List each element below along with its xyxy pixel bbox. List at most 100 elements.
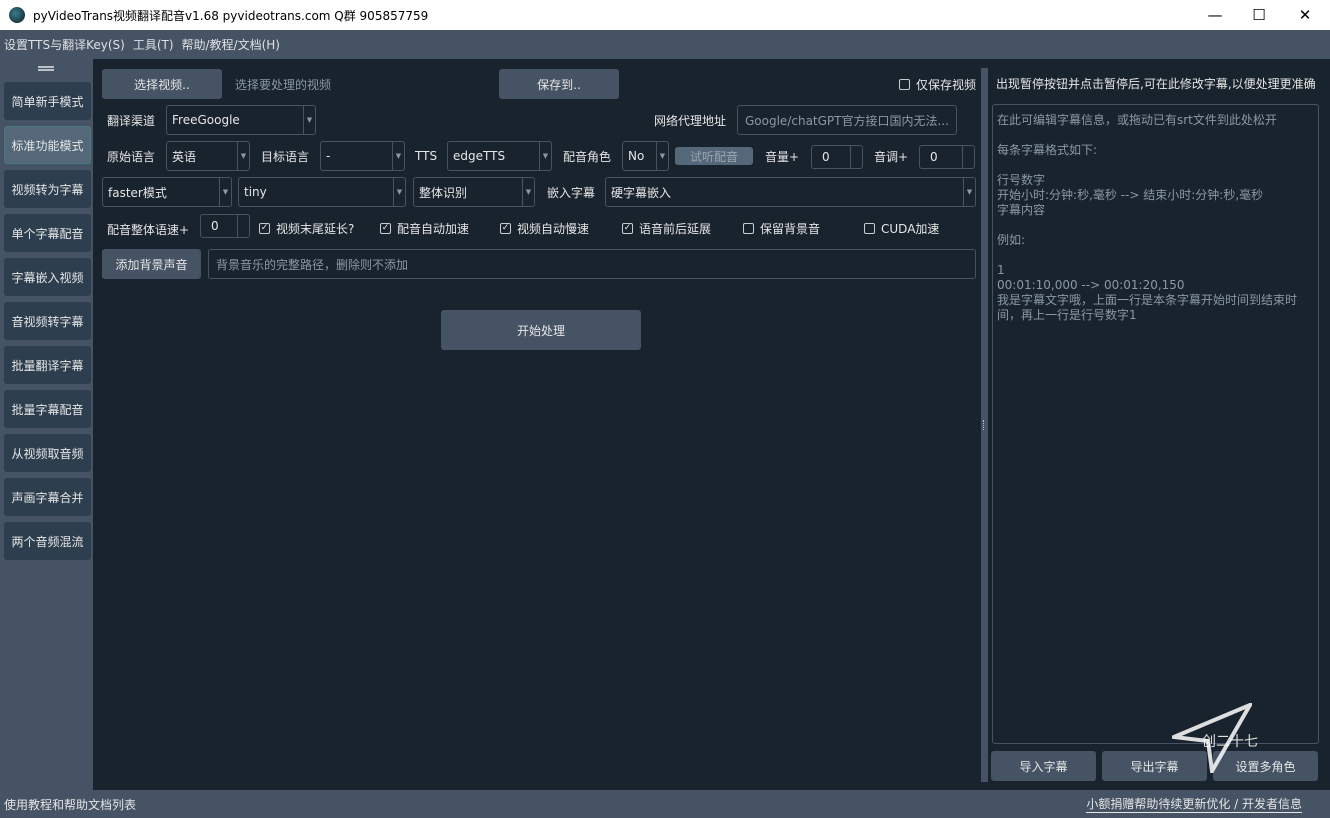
editor-line: 行号数字 [997,173,1046,187]
voice-role-select[interactable]: No ▼ [622,141,669,171]
sidebar-item-batch-translate[interactable]: 批量翻译字幕 [4,346,91,384]
checkbox-unchecked-icon [743,222,754,234]
checkbox-unchecked-icon [899,78,910,90]
menu-help[interactable]: 帮助/教程/文档(H) [182,36,280,53]
speed-value: 0 [211,219,219,233]
tts-select[interactable]: edgeTTS ▼ [447,141,552,171]
tts-label: TTS [415,149,438,163]
embed-subtitle-value: 硬字幕嵌入 [611,185,672,200]
embed-subtitle-select[interactable]: 硬字幕嵌入 ▼ [605,177,976,207]
editor-line: 在此可编辑字幕信息，或拖动已有srt文件到此处松开 [997,113,1277,127]
video-extend-checkbox[interactable]: ✓ 视频末尾延长? [259,219,354,237]
recognize-mode-value: 整体识别 [419,185,468,200]
start-button[interactable]: 开始处理 [441,310,641,350]
voice-pad-checkbox[interactable]: ✓ 语音前后延展 [622,219,711,237]
keep-background-checkbox[interactable]: 保留背景音 [743,219,820,237]
sidebar-item-merge-av-subtitle[interactable]: 声画字幕合并 [4,478,91,516]
checkbox-unchecked-icon [864,222,875,234]
menu-tools[interactable]: 工具(T) [133,36,174,53]
chevron-down-icon: ▼ [392,142,404,170]
close-button[interactable]: ✕ [1282,0,1328,30]
speed-spinbox[interactable]: 0 [200,214,250,238]
video-autorate-label: 视频自动慢速 [517,221,590,236]
checkbox-checked-icon: ✓ [380,222,391,234]
editor-line: 字幕内容 [997,203,1046,217]
volume-value: 0 [822,150,830,164]
editor-line: 我是字幕文字哦，上面一行是本条字幕开始时间到结束时 [997,293,1298,307]
voice-autorate-checkbox[interactable]: ✓ 配音自动加速 [380,219,469,237]
sidebar-item-mix-audio[interactable]: 两个音频混流 [4,522,91,560]
menu-bar: 设置TTS与翻译Key(S) 工具(T) 帮助/教程/文档(H) [0,30,1330,59]
spin-arrows-icon[interactable] [962,146,974,168]
title-bar: pyVideoTrans视频翻译配音v1.68 pyvideotrans.com… [0,0,1330,30]
panel-splitter[interactable] [981,68,988,782]
editor-line: 00:01:10,000 --> 00:01:20,150 [997,278,1185,292]
chevron-down-icon: ▼ [237,142,249,170]
maximize-button[interactable]: ☐ [1236,0,1282,30]
save-to-button[interactable]: 保存到.. [499,69,619,99]
background-path-input[interactable]: 背景音乐的完整路径，删除则不添加 [208,249,976,279]
video-autorate-checkbox[interactable]: ✓ 视频自动慢速 [500,219,589,237]
spin-arrows-icon[interactable] [850,146,862,168]
checkbox-checked-icon: ✓ [500,222,511,234]
speed-label: 配音整体语速+ [107,222,190,237]
proxy-label: 网络代理地址 [654,113,727,128]
sidebar-item-av-to-subtitle[interactable]: 音视频转字幕 [4,302,91,340]
volume-label: 音量+ [765,149,800,164]
mode-sidebar: 简单新手模式 标准功能模式 视频转为字幕 单个字幕配音 字幕嵌入视频 音视频转字… [0,59,93,790]
editor-line: 每条字幕格式如下: [997,143,1098,157]
add-background-button[interactable]: 添加背景声音 [102,249,201,279]
chevron-down-icon: ▼ [303,106,315,134]
volume-spinbox[interactable]: 0 [811,145,863,169]
keep-background-label: 保留背景音 [760,221,821,236]
subtitle-panel-header: 出现暂停按钮并点击暂停后,可在此修改字幕,以便处理更准确 [996,77,1316,91]
select-video-button[interactable]: 选择视频.. [102,69,222,99]
recognize-mode-select[interactable]: 整体识别 ▼ [413,177,535,207]
cuda-checkbox[interactable]: CUDA加速 [864,219,939,237]
embed-subtitle-label: 嵌入字幕 [547,185,596,200]
watermark-logo: 创二十七 [1166,700,1258,778]
spin-arrows-icon[interactable] [237,215,249,237]
menu-settings[interactable]: 设置TTS与翻译Key(S) [4,36,125,53]
minimize-button[interactable]: — [1192,0,1238,30]
splitter-handle-icon [983,420,985,430]
listen-voice-button[interactable]: 试听配音 [675,147,753,165]
cuda-label: CUDA加速 [881,221,940,236]
tts-value: edgeTTS [453,149,506,163]
app-icon [9,7,25,23]
editor-blank-line [997,128,1314,143]
sidebar-item-subtitle-dubbing[interactable]: 单个字幕配音 [4,214,91,252]
model-value: tiny [244,185,267,199]
pitch-value: 0 [930,150,938,164]
proxy-input[interactable]: Google/chatGPT官方接口国内无法... [737,105,957,135]
sidebar-item-standard-mode[interactable]: 标准功能模式 [4,126,91,164]
translate-channel-select[interactable]: FreeGoogle ▼ [166,105,316,135]
subtitle-editor[interactable]: 在此可编辑字幕信息，或拖动已有srt文件到此处松开 每条字幕格式如下: 行号数字… [992,104,1319,744]
help-docs-link[interactable]: 使用教程和帮助文档列表 [4,796,136,813]
translate-channel-value: FreeGoogle [172,113,240,127]
subtitle-panel: 出现暂停按钮并点击暂停后,可在此修改字幕,以便处理更准确 在此可编辑字幕信息，或… [988,59,1330,790]
model-select[interactable]: tiny ▼ [238,177,406,207]
toolbar-grip-icon[interactable] [38,66,54,71]
chevron-down-icon: ▼ [393,178,405,206]
only-save-video-checkbox[interactable]: 仅保存视频 [899,75,976,93]
only-save-video-label: 仅保存视频 [916,77,977,92]
sidebar-item-embed-subtitle[interactable]: 字幕嵌入视频 [4,258,91,296]
editor-line: 间，再上一行是行号数字1 [997,308,1137,322]
target-language-select[interactable]: - ▼ [320,141,405,171]
donate-developer-link[interactable]: 小额捐赠帮助待续更新优化 / 开发者信息 [1086,795,1302,813]
sidebar-item-extract-audio[interactable]: 从视频取音频 [4,434,91,472]
voice-role-label: 配音角色 [563,149,612,164]
select-video-hint: 选择要处理的视频 [235,77,332,92]
pitch-spinbox[interactable]: 0 [919,145,975,169]
window-title: pyVideoTrans视频翻译配音v1.68 pyvideotrans.com… [33,8,429,23]
editor-line: 开始小时:分钟:秒,毫秒 --> 结束小时:分钟:秒,毫秒 [997,188,1264,202]
source-language-select[interactable]: 英语 ▼ [166,141,250,171]
import-subtitle-button[interactable]: 导入字幕 [991,751,1096,781]
model-mode-select[interactable]: faster模式 ▼ [102,177,232,207]
chevron-down-icon: ▼ [963,178,975,206]
checkbox-checked-icon: ✓ [622,222,633,234]
sidebar-item-video-to-subtitle[interactable]: 视频转为字幕 [4,170,91,208]
sidebar-item-batch-dubbing[interactable]: 批量字幕配音 [4,390,91,428]
sidebar-item-simple-mode[interactable]: 简单新手模式 [4,82,91,120]
